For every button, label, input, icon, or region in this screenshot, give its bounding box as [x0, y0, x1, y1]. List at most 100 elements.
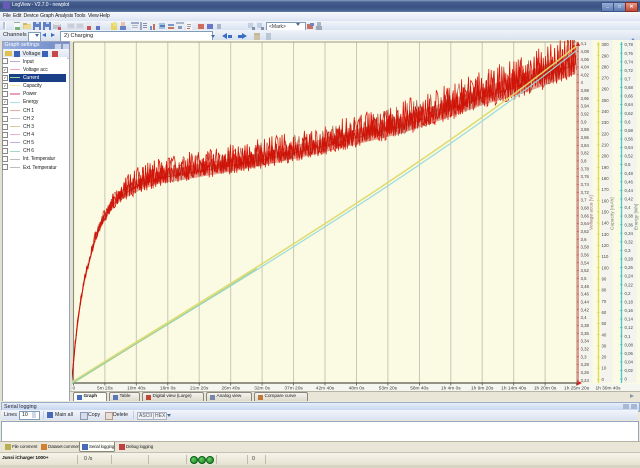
svg-text:3,98: 3,98	[581, 88, 590, 93]
svg-text:0,34: 0,34	[625, 231, 634, 236]
svg-text:3,88: 3,88	[581, 127, 590, 132]
svg-text:30: 30	[602, 343, 607, 348]
svg-text:3,52: 3,52	[581, 268, 590, 273]
svg-text:0,16: 0,16	[625, 308, 634, 313]
svg-text:230: 230	[602, 120, 610, 125]
svg-text:0,06: 0,06	[625, 351, 634, 356]
svg-text:180: 180	[602, 176, 610, 181]
svg-text:270: 270	[602, 76, 610, 81]
svg-text:0,5: 0,5	[625, 162, 632, 167]
svg-text:3,44: 3,44	[581, 300, 590, 305]
svg-text:0,52: 0,52	[625, 154, 634, 159]
svg-text:0,08: 0,08	[625, 342, 634, 347]
svg-text:3,62: 3,62	[581, 229, 590, 234]
svg-text:150: 150	[602, 210, 610, 215]
svg-text:4,04: 4,04	[581, 65, 590, 70]
svg-text:0,56: 0,56	[625, 137, 634, 142]
svg-text:3,84: 3,84	[581, 143, 590, 148]
svg-text:40: 40	[602, 332, 607, 337]
svg-text:170: 170	[602, 187, 610, 192]
svg-text:Voltage accu [V]: Voltage accu [V]	[589, 195, 595, 230]
svg-text:3,94: 3,94	[581, 104, 590, 109]
svg-text:60: 60	[602, 310, 607, 315]
svg-text:3,42: 3,42	[581, 307, 590, 312]
svg-text:140: 140	[602, 221, 610, 226]
svg-text:240: 240	[602, 109, 610, 114]
svg-text:0,1: 0,1	[625, 334, 632, 339]
svg-text:100: 100	[602, 265, 610, 270]
svg-text:0,72: 0,72	[625, 68, 634, 73]
svg-text:300: 300	[602, 42, 610, 47]
svg-text:3,4: 3,4	[581, 315, 588, 320]
svg-text:3,3: 3,3	[581, 354, 588, 359]
svg-text:0,54: 0,54	[625, 145, 634, 150]
svg-text:3,86: 3,86	[581, 135, 590, 140]
svg-text:0,74: 0,74	[625, 59, 634, 64]
svg-text:Energy [Wh]: Energy [Wh]	[634, 204, 640, 230]
svg-text:3,78: 3,78	[581, 166, 590, 171]
svg-text:50: 50	[602, 321, 607, 326]
svg-text:0,22: 0,22	[625, 282, 634, 287]
svg-text:260: 260	[602, 87, 610, 92]
svg-text:160: 160	[602, 198, 610, 203]
svg-text:3,64: 3,64	[581, 221, 590, 226]
svg-text:3,7: 3,7	[581, 198, 588, 203]
svg-text:0,4: 0,4	[625, 205, 632, 210]
svg-text:0,24: 0,24	[625, 274, 634, 279]
svg-text:3,76: 3,76	[581, 174, 590, 179]
svg-text:0,7: 0,7	[625, 77, 632, 82]
svg-text:0,02: 0,02	[625, 368, 634, 373]
svg-text:4,08: 4,08	[581, 49, 590, 54]
svg-text:220: 220	[602, 131, 610, 136]
svg-text:3,68: 3,68	[581, 206, 590, 211]
svg-text:3,82: 3,82	[581, 151, 590, 156]
svg-text:3,58: 3,58	[581, 245, 590, 250]
svg-text:0,44: 0,44	[625, 188, 634, 193]
svg-text:0,62: 0,62	[625, 111, 634, 116]
svg-text:3,8: 3,8	[581, 159, 588, 164]
svg-text:3,48: 3,48	[581, 284, 590, 289]
svg-text:3,72: 3,72	[581, 190, 590, 195]
svg-text:0,42: 0,42	[625, 197, 634, 202]
svg-text:0,64: 0,64	[625, 102, 634, 107]
svg-text:130: 130	[602, 232, 610, 237]
svg-text:3,36: 3,36	[581, 331, 590, 336]
svg-text:3,38: 3,38	[581, 323, 590, 328]
svg-text:190: 190	[602, 165, 610, 170]
svg-text:3,66: 3,66	[581, 213, 590, 218]
svg-text:0,48: 0,48	[625, 171, 634, 176]
svg-text:0,3: 0,3	[625, 248, 632, 253]
svg-text:3,74: 3,74	[581, 182, 590, 187]
svg-text:0,58: 0,58	[625, 128, 634, 133]
svg-text:3,5: 3,5	[581, 276, 588, 281]
svg-text:Capacity [mAh]: Capacity [mAh]	[610, 197, 616, 230]
svg-text:110: 110	[602, 254, 609, 259]
svg-text:0,28: 0,28	[625, 257, 634, 262]
svg-text:3,56: 3,56	[581, 253, 590, 258]
svg-text:10: 10	[602, 366, 607, 371]
svg-text:0,26: 0,26	[625, 265, 634, 270]
svg-text:3,34: 3,34	[581, 339, 590, 344]
svg-text:3,9: 3,9	[581, 119, 588, 124]
svg-text:80: 80	[602, 288, 607, 293]
svg-text:0,78: 0,78	[625, 42, 634, 47]
svg-text:0,38: 0,38	[625, 214, 634, 219]
svg-text:0,46: 0,46	[625, 179, 634, 184]
svg-text:20: 20	[602, 355, 607, 360]
svg-text:0,14: 0,14	[625, 317, 634, 322]
svg-text:3,6: 3,6	[581, 237, 588, 242]
svg-text:280: 280	[602, 64, 610, 69]
svg-text:3,96: 3,96	[581, 96, 590, 101]
svg-text:250: 250	[602, 98, 610, 103]
svg-text:70: 70	[602, 299, 607, 304]
svg-text:3,26: 3,26	[581, 370, 590, 375]
svg-text:3,54: 3,54	[581, 260, 590, 265]
svg-text:0,66: 0,66	[625, 94, 634, 99]
svg-text:4,1: 4,1	[581, 41, 588, 46]
svg-text:200: 200	[602, 154, 610, 159]
svg-text:0,12: 0,12	[625, 325, 634, 330]
svg-text:120: 120	[602, 243, 610, 248]
svg-text:0,68: 0,68	[625, 85, 634, 90]
svg-text:3,24: 3,24	[581, 378, 590, 383]
svg-text:0,6: 0,6	[625, 119, 632, 124]
